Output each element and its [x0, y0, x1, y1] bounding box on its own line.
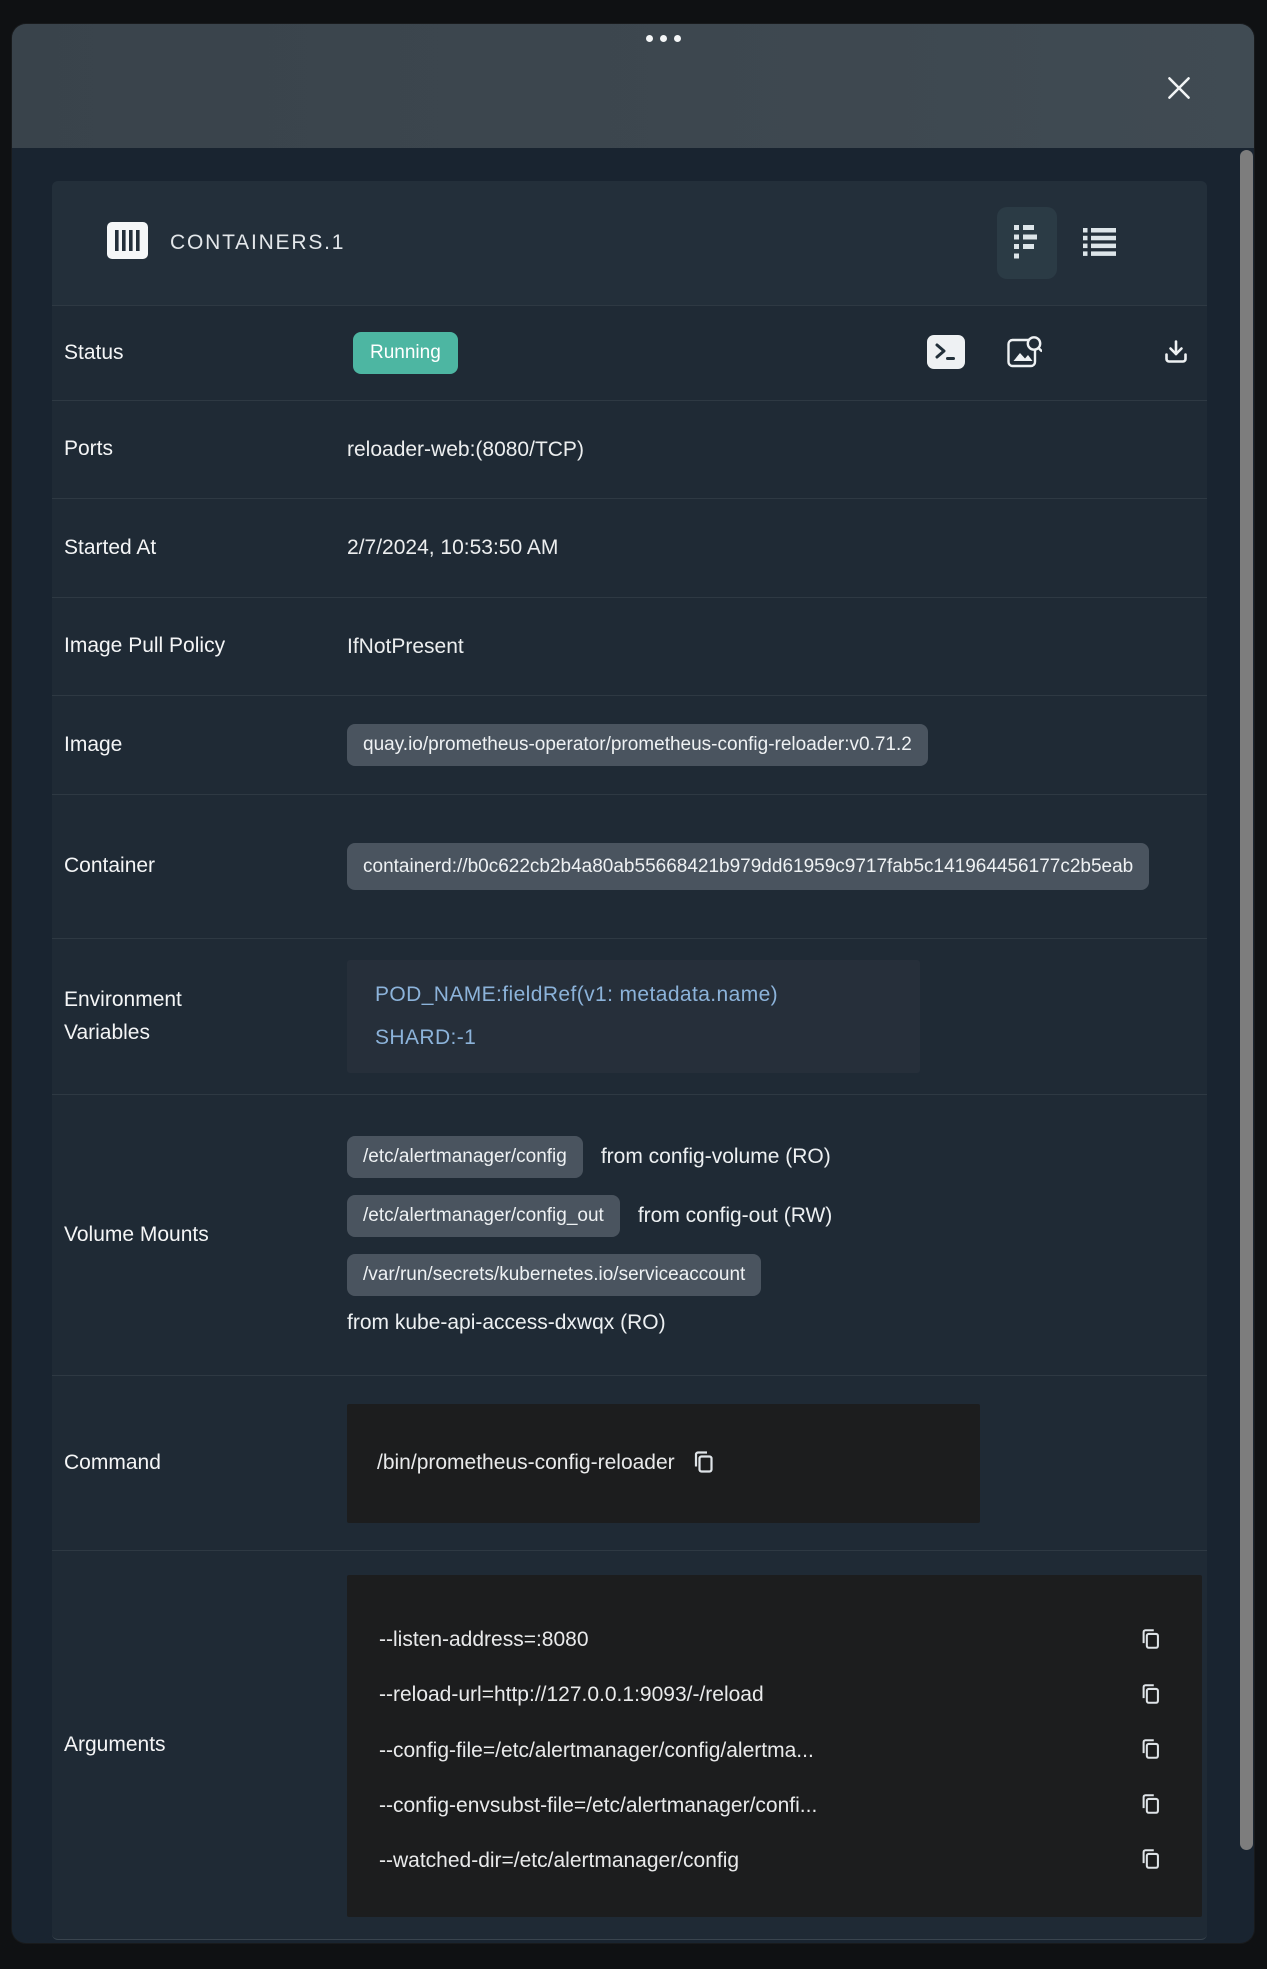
image-pull-policy-value: IfNotPresent [347, 635, 464, 659]
container-actions [927, 335, 1190, 372]
container-details-modal: CONTAINERS.1 [12, 24, 1254, 1943]
environment-variables-label: Environment Variables [64, 984, 347, 1049]
row-image: Image quay.io/prometheus-operator/promet… [52, 695, 1207, 794]
container-id-pill: containerd://b0c622cb2b4a80ab55668421b97… [347, 843, 1149, 891]
mount-source: from config-out (RW) [638, 1204, 833, 1228]
copy-icon [1139, 1627, 1163, 1654]
command-value: /bin/prometheus-config-reloader [377, 1451, 675, 1475]
terminal-button[interactable] [927, 335, 965, 372]
container-icon [107, 222, 148, 264]
close-button[interactable] [1160, 70, 1198, 108]
row-environment-variables: Environment Variables POD_NAME:fieldRef(… [52, 938, 1207, 1094]
argument-row: --reload-url=http://127.0.0.1:9093/-/rel… [379, 1668, 1163, 1723]
dot [674, 35, 681, 42]
copy-icon [691, 1449, 717, 1478]
env-panel: POD_NAME:fieldRef(v1: metadata.name) SHA… [347, 960, 920, 1073]
mounts-list: /etc/alertmanager/config from config-vol… [347, 1136, 832, 1335]
image-pill: quay.io/prometheus-operator/prometheus-c… [347, 724, 928, 766]
mount-source: from config-volume (RO) [601, 1145, 831, 1169]
argument-value: --reload-url=http://127.0.0.1:9093/-/rel… [379, 1683, 1125, 1707]
argument-row: --config-envsubst-file=/etc/alertmanager… [379, 1778, 1163, 1833]
row-arguments: Arguments --listen-address=:8080 --reloa… [52, 1550, 1207, 1940]
download-button[interactable] [1162, 338, 1190, 369]
argument-value: --config-envsubst-file=/etc/alertmanager… [379, 1794, 1125, 1818]
close-icon [1163, 72, 1195, 107]
status-label: Status [64, 337, 347, 370]
view-toggle-group [997, 207, 1129, 279]
modal-body: CONTAINERS.1 [12, 148, 1254, 1943]
copy-icon [1139, 1737, 1163, 1764]
copy-button[interactable] [1139, 1682, 1163, 1709]
image-search-icon [1007, 335, 1042, 371]
argument-row: --listen-address=:8080 [379, 1613, 1163, 1668]
argument-row: --config-file=/etc/alertmanager/config/a… [379, 1723, 1163, 1778]
ports-value: reloader-web:(8080/TCP) [347, 438, 584, 462]
list-item: /etc/alertmanager/config from config-vol… [347, 1136, 832, 1178]
copy-button[interactable] [691, 1449, 717, 1478]
card-title: CONTAINERS.1 [170, 231, 345, 255]
row-volume-mounts: Volume Mounts /etc/alertmanager/config f… [52, 1094, 1207, 1375]
argument-value: --config-file=/etc/alertmanager/config/a… [379, 1739, 1125, 1763]
terminal-icon [927, 335, 965, 372]
containers-card: CONTAINERS.1 [52, 181, 1207, 1940]
row-ports: Ports reloader-web:(8080/TCP) [52, 400, 1207, 498]
arguments-panel: --listen-address=:8080 --reload-url=http… [347, 1575, 1202, 1917]
copy-icon [1139, 1792, 1163, 1819]
list-view-icon [1083, 228, 1116, 259]
copy-button[interactable] [1139, 1792, 1163, 1819]
env-var: SHARD:-1 [375, 1026, 892, 1050]
image-pull-policy-label: Image Pull Policy [64, 630, 347, 663]
list-item: /etc/alertmanager/config_out from config… [347, 1195, 832, 1237]
ports-label: Ports [64, 433, 347, 466]
started-at-label: Started At [64, 532, 347, 565]
argument-value: --watched-dir=/etc/alertmanager/config [379, 1849, 1125, 1873]
mount-path-pill: /etc/alertmanager/config [347, 1136, 583, 1178]
argument-row: --watched-dir=/etc/alertmanager/config [379, 1833, 1163, 1888]
view-toggle-list[interactable] [1069, 207, 1129, 279]
row-command: Command /bin/prometheus-config-reloader [52, 1375, 1207, 1550]
modal-title-bar [12, 24, 1254, 148]
row-image-pull-policy: Image Pull Policy IfNotPresent [52, 597, 1207, 695]
arguments-label: Arguments [64, 1729, 347, 1762]
mount-source: from kube-api-access-dxwqx (RO) [347, 1311, 832, 1335]
image-label: Image [64, 729, 347, 762]
command-label: Command [64, 1447, 347, 1480]
copy-icon [1139, 1682, 1163, 1709]
container-label: Container [64, 850, 347, 883]
volume-mounts-label: Volume Mounts [64, 1219, 347, 1252]
drag-handle-icon[interactable] [646, 35, 681, 42]
row-container: Container containerd://b0c622cb2b4a80ab5… [52, 794, 1207, 938]
copy-button[interactable] [1139, 1847, 1163, 1874]
copy-button[interactable] [1139, 1627, 1163, 1654]
dot [646, 35, 653, 42]
copy-button[interactable] [1139, 1737, 1163, 1764]
detailed-list-icon [1014, 225, 1040, 262]
mount-path-pill: /etc/alertmanager/config_out [347, 1195, 620, 1237]
command-panel: /bin/prometheus-config-reloader [347, 1404, 980, 1523]
mount-path-pill: /var/run/secrets/kubernetes.io/serviceac… [347, 1254, 761, 1296]
scrollbar-thumb[interactable] [1240, 150, 1253, 1850]
copy-icon [1139, 1847, 1163, 1874]
logs-search-button[interactable] [1007, 335, 1042, 371]
argument-value: --listen-address=:8080 [379, 1628, 1125, 1652]
started-at-value: 2/7/2024, 10:53:50 AM [347, 536, 558, 560]
env-var: POD_NAME:fieldRef(v1: metadata.name) [375, 983, 892, 1007]
dot [660, 35, 667, 42]
row-started-at: Started At 2/7/2024, 10:53:50 AM [52, 498, 1207, 597]
view-toggle-detailed[interactable] [997, 207, 1057, 279]
download-icon [1162, 338, 1190, 369]
status-content: Running [347, 332, 1207, 374]
card-header: CONTAINERS.1 [52, 181, 1207, 305]
status-badge: Running [353, 332, 458, 374]
row-status: Status Running [52, 305, 1207, 400]
list-item: /var/run/secrets/kubernetes.io/serviceac… [347, 1254, 832, 1296]
